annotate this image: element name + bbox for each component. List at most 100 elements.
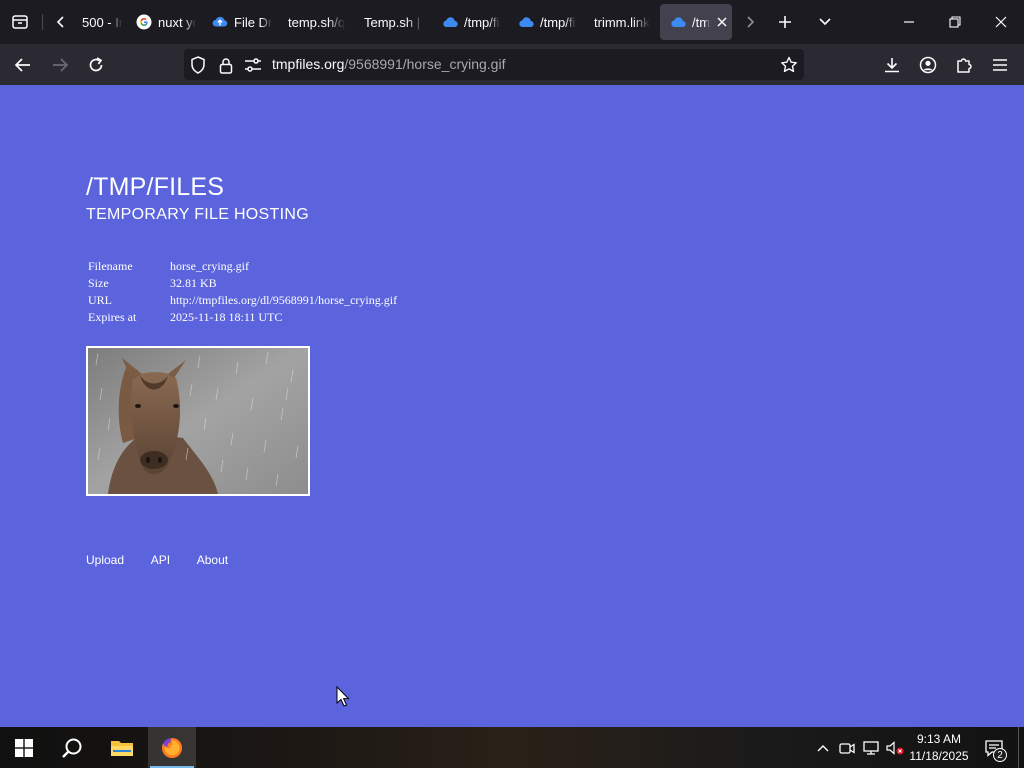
mouse-cursor-icon [336,686,350,707]
network-button[interactable] [860,727,882,768]
file-info-row: Size 32.81 KB [86,275,399,292]
tab-label: File Dropper [234,14,272,30]
volume-button[interactable] [884,727,906,768]
footer-links: Upload API About [86,553,252,567]
extensions-button[interactable] [949,50,979,80]
tab-label: 500 - Internal Server Error [82,14,122,30]
download-icon [885,58,899,73]
list-all-tabs-button[interactable] [810,0,840,44]
minimize-icon [904,21,914,23]
search-icon [62,738,82,758]
cloud-icon [670,14,686,30]
tabs-scroll-left-button[interactable] [48,0,74,44]
file-info-row: Expires at 2025-11-18 18:11 UTC [86,309,399,326]
restore-button[interactable] [932,0,978,44]
tab-label: trimm.link [594,14,650,30]
image-preview[interactable] [86,346,310,496]
reload-icon [89,57,103,72]
hamburger-menu-icon [993,59,1007,71]
cloud-icon [518,14,534,30]
windows-taskbar: 9:13 AM 11/18/2025 2 [0,727,1024,768]
tab-label: Temp.sh | Upload [364,14,424,30]
file-info-url-value[interactable]: http://tmpfiles.org/dl/9568991/horse_cry… [168,292,399,309]
chevron-left-icon [56,16,64,28]
file-info-value: horse_crying.gif [170,259,249,273]
arrow-right-icon [53,58,69,72]
file-info-key: Size [88,276,109,290]
close-tab-button[interactable] [714,14,730,30]
api-link[interactable]: API [151,553,170,567]
tab-9-active[interactable]: /tmp/files [660,4,732,40]
tabs-scroll-right-button[interactable] [738,0,762,44]
about-link[interactable]: About [197,553,228,567]
tab-4[interactable]: temp.sh/q [278,4,348,40]
action-center-button[interactable] [976,727,1012,768]
downloads-button[interactable] [877,50,907,80]
file-info-value: 32.81 KB [170,276,217,290]
tab-label: /tmp/files [540,14,576,30]
tab-5[interactable]: Temp.sh | Upload [354,4,424,40]
file-info-key: Filename [88,259,133,273]
firefox-view-button[interactable] [0,0,40,44]
horse-image [88,348,308,494]
forward-button[interactable] [45,50,75,80]
address-bar[interactable]: tmpfiles.org/9568991/horse_crying.gif [184,49,804,80]
close-icon [717,17,727,27]
volume-muted-icon [886,740,904,755]
back-button[interactable] [8,50,38,80]
cloud-icon [442,14,458,30]
upload-link[interactable]: Upload [86,553,124,567]
show-desktop-button[interactable] [1018,727,1024,768]
firefox-view-icon [12,15,28,29]
tab-6[interactable]: /tmp/files [432,4,500,40]
account-button[interactable] [913,50,943,80]
show-hidden-icons-button[interactable] [812,727,834,768]
search-button[interactable] [48,727,96,768]
firefox-taskbar-button[interactable] [148,727,196,768]
restore-icon [949,16,961,28]
tab-1[interactable]: 500 - Internal Server Error [74,4,122,40]
tab-3[interactable]: File Dropper [202,4,272,40]
windows-logo-icon [15,738,33,757]
file-info-value: 2025-11-18 18:11 UTC [170,310,283,324]
tab-label: /tmp/files [464,14,500,30]
minimize-button[interactable] [886,0,932,44]
file-explorer-button[interactable] [98,727,146,768]
menu-button[interactable] [985,50,1015,80]
clock-time: 9:13 AM [916,732,962,746]
tab-label: temp.sh/q [288,14,346,30]
site-subtitle: TEMPORARY FILE HOSTING [86,206,309,223]
tab-strip: 500 - Internal Server Error nuxt you Fil… [0,0,1024,44]
url-text[interactable]: tmpfiles.org/9568991/horse_crying.gif [272,56,505,72]
file-info-row: URL http://tmpfiles.org/dl/9568991/horse… [86,292,399,309]
site-title: /TMP/FILES [86,173,225,201]
close-window-button[interactable] [978,0,1024,44]
new-tab-button[interactable] [770,0,800,44]
notification-count-badge: 2 [993,748,1007,762]
bookmark-star-icon[interactable] [780,56,798,74]
tab-8[interactable]: trimm.link [584,4,654,40]
chevron-up-icon [817,744,829,751]
file-info-key: URL [88,293,112,307]
meet-now-button[interactable] [836,727,858,768]
lock-icon[interactable] [217,56,235,74]
google-icon [136,14,152,30]
chevron-right-icon [747,16,755,28]
account-icon [919,56,937,74]
firefox-icon [162,737,183,758]
close-icon [995,16,1007,28]
arrow-left-icon [14,58,30,72]
permissions-icon[interactable] [244,56,262,74]
navigation-toolbar: tmpfiles.org/9568991/horse_crying.gif [0,44,1024,85]
shield-icon[interactable] [189,56,207,74]
tab-2[interactable]: nuxt you [126,4,196,40]
start-button[interactable] [0,727,48,768]
tab-label: nuxt you [158,14,196,30]
file-info-row: Filename horse_crying.gif [86,258,399,275]
puzzle-icon [957,58,972,73]
tab-7[interactable]: /tmp/files [508,4,576,40]
tab-label: /tmp/files [692,14,710,30]
reload-button[interactable] [81,50,111,80]
file-info-table: Filename horse_crying.gif Size 32.81 KB … [86,258,399,326]
url-path: /9568991/horse_crying.gif [344,56,506,72]
